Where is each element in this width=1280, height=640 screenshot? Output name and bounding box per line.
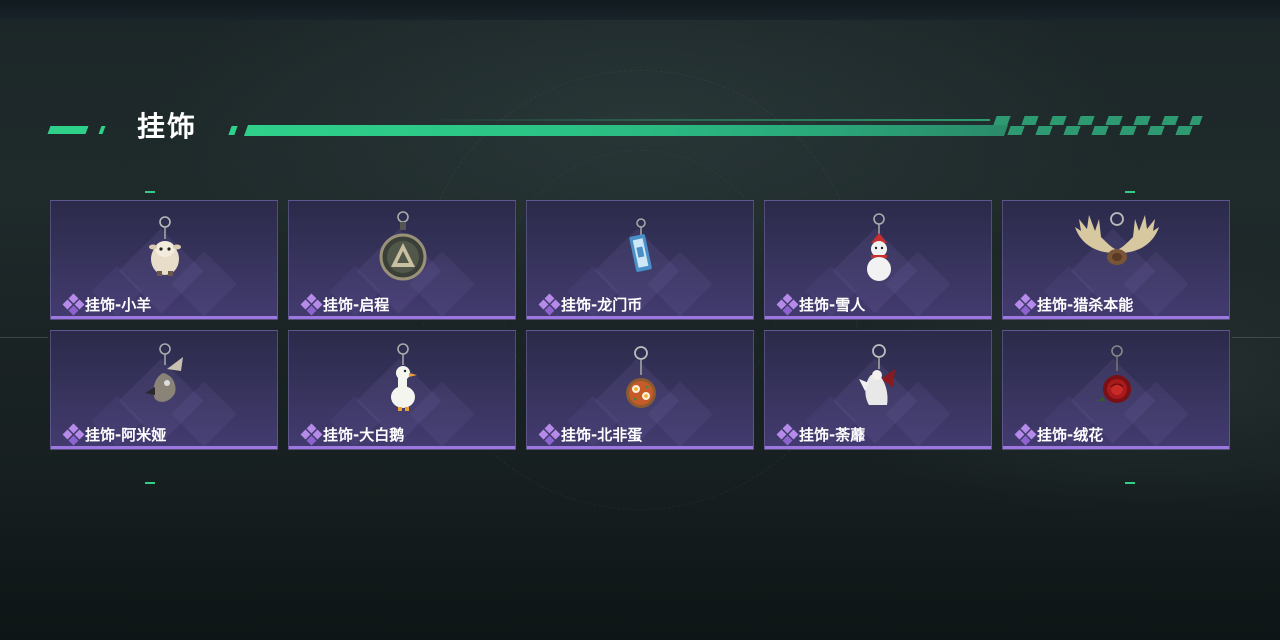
charm-card[interactable]: 挂饰-龙门币 — [526, 200, 754, 320]
rarity-diamond-icon — [538, 423, 561, 446]
rarity-diamond-icon — [62, 423, 85, 446]
charm-card[interactable]: 挂饰-荼蘼 — [764, 330, 992, 450]
shakshuka-charm-icon — [626, 346, 656, 408]
amiya-charm-icon — [145, 343, 183, 402]
side-line-right — [1232, 337, 1280, 338]
rarity-diamond-icon — [538, 293, 561, 316]
charm-name: 挂饰-北非蛋 — [561, 425, 643, 444]
goose-charm-icon — [391, 343, 417, 411]
charm-name: 挂饰-猎杀本能 — [1037, 295, 1134, 314]
winged-figure-charm-icon — [859, 344, 895, 405]
charm-name: 挂饰-雪人 — [799, 295, 866, 314]
rarity-diamond-icon — [1014, 293, 1037, 316]
antler-charm-icon — [1075, 212, 1159, 265]
header-accent-bar — [243, 125, 1009, 136]
charm-card[interactable]: 挂饰-绒花 — [1002, 330, 1230, 450]
charm-card[interactable]: 挂饰-启程 — [288, 200, 516, 320]
charm-name: 挂饰-启程 — [323, 295, 390, 314]
rarity-diamond-icon — [776, 423, 799, 446]
frame-tick — [1125, 482, 1135, 484]
rose-charm-icon — [1097, 345, 1131, 403]
snowman-charm-icon — [867, 213, 891, 281]
charm-grid: 挂饰-小羊 挂饰-启程 挂饰-龙门币 挂饰-雪人 挂饰-猎杀本能 挂饰-阿米娅 … — [50, 200, 1230, 450]
header-thin-line — [420, 119, 990, 121]
background-shade — [0, 470, 1280, 640]
medallion-charm-icon — [379, 211, 427, 281]
charm-name: 挂饰-荼蘼 — [799, 425, 866, 444]
frame-tick — [145, 482, 155, 484]
charm-card[interactable]: 挂饰-阿米娅 — [50, 330, 278, 450]
charm-name: 挂饰-大白鹅 — [323, 425, 405, 444]
charm-name: 挂饰-绒花 — [1037, 425, 1104, 444]
charm-name: 挂饰-小羊 — [85, 295, 152, 314]
rarity-diamond-icon — [62, 293, 85, 316]
charm-card[interactable]: 挂饰-大白鹅 — [288, 330, 516, 450]
side-line-left — [0, 337, 48, 338]
frame-tick — [145, 191, 155, 193]
rarity-diamond-icon — [300, 293, 323, 316]
top-bar — [0, 0, 1280, 20]
header-accent-dash — [98, 126, 106, 134]
rarity-diamond-icon — [1014, 423, 1037, 446]
charm-card[interactable]: 挂饰-猎杀本能 — [1002, 200, 1230, 320]
header-checker-pattern — [993, 116, 1205, 136]
rarity-diamond-icon — [776, 293, 799, 316]
charm-card[interactable]: 挂饰-雪人 — [764, 200, 992, 320]
lamb-charm-icon — [149, 216, 181, 276]
frame-tick — [1125, 191, 1135, 193]
charm-name: 挂饰-龙门币 — [561, 295, 643, 314]
coin-card-charm-icon — [629, 218, 652, 272]
header-accent-dash — [47, 126, 89, 134]
header-accent-dash — [228, 126, 238, 135]
charm-name: 挂饰-阿米娅 — [85, 425, 167, 444]
section-title: 挂饰 — [137, 110, 198, 143]
rarity-diamond-icon — [300, 423, 323, 446]
charm-card[interactable]: 挂饰-小羊 — [50, 200, 278, 320]
charm-card[interactable]: 挂饰-北非蛋 — [526, 330, 754, 450]
